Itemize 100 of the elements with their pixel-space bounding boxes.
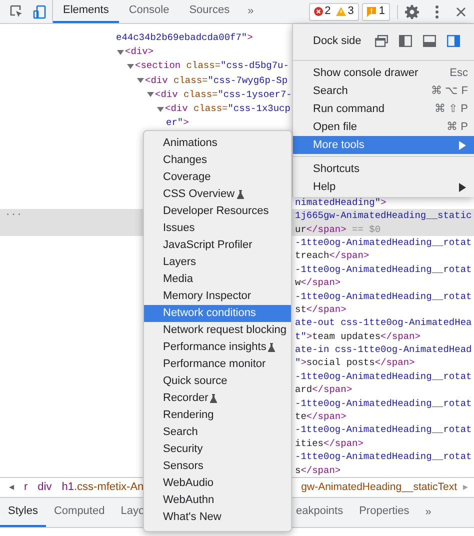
sidebar-tab[interactable]: Properties	[351, 498, 418, 527]
more-actions-ellipsis[interactable]: ...	[5, 206, 22, 220]
code-line: ard</span>	[295, 384, 352, 396]
menu-item[interactable]: Performance insights	[144, 339, 291, 356]
close-icon[interactable]	[456, 6, 466, 16]
settings-icon[interactable]	[405, 4, 419, 18]
dock-bottom-icon[interactable]	[423, 35, 436, 47]
shortcut-label: ⌘ ⌥ F	[431, 84, 468, 99]
expand-triangle-icon[interactable]	[137, 77, 144, 84]
panel-tab[interactable]: Sources	[179, 0, 240, 23]
issues-button[interactable]: 1	[362, 2, 390, 20]
submenu-arrow-icon	[459, 140, 466, 150]
menu-item[interactable]: Quick source	[144, 373, 291, 390]
code-line: e44c34b2b69ebadcda00f7">	[116, 31, 253, 45]
menu-item[interactable]: Coverage	[144, 169, 291, 186]
flask-icon	[210, 394, 218, 403]
code-line: <div class="css-1x3ucp	[165, 102, 290, 116]
shortcut-label: ⌘ ⇧ P	[434, 102, 468, 117]
expand-triangle-icon[interactable]	[157, 106, 164, 113]
menu-item[interactable]: Developer Resources	[144, 203, 291, 220]
menu-item[interactable]: Run command ⌘ ⇧ P	[293, 100, 474, 118]
code-line: -1tte0og-AnimatedHeading__rotat	[295, 290, 472, 302]
code-line: -1tte0og-AnimatedHeading__rotat	[295, 236, 472, 248]
menu-item[interactable]: Layers	[144, 254, 291, 271]
code-line: ur</span> == $0	[295, 224, 381, 235]
menu-item[interactable]: Issues	[144, 220, 291, 237]
expand-triangle-icon[interactable]	[117, 48, 124, 56]
code-line: st</span>	[295, 304, 346, 315]
scroll-left-arrow[interactable]: ◂	[9, 480, 14, 495]
menu-item[interactable]: Show console drawer Esc	[293, 64, 474, 82]
menu-item[interactable]: Network conditions	[144, 305, 291, 322]
menu-item[interactable]: Search ⌘ ⌥ F	[293, 82, 474, 100]
menu-item[interactable]: Security	[144, 441, 291, 458]
code-line: -1tte0og-AnimatedHeading__rotat	[295, 264, 472, 275]
menu-item[interactable]: Changes	[144, 152, 291, 169]
code-line: <div class="css-7wyg6p-Sp	[145, 74, 288, 88]
device-toolbar-icon[interactable]	[33, 4, 46, 18]
menu-item[interactable]: Search	[144, 424, 291, 441]
sidebar-tab[interactable]: Computed	[46, 498, 113, 527]
sidebar-tab[interactable]: eakpoints	[296, 498, 352, 527]
more-options-icon[interactable]	[435, 4, 439, 18]
menu-item[interactable]: WebAudio	[144, 475, 291, 492]
menu-item[interactable]: WebAuthn	[144, 492, 291, 509]
code-line: nimatedHeading">	[295, 196, 386, 208]
code-line: ate-in css-1tte0og-AnimatedHead	[295, 344, 472, 356]
code-line: t">team updates</span>	[295, 330, 420, 342]
menu-item[interactable]: Sensors	[144, 458, 291, 475]
menu-item[interactable]: Help	[293, 178, 474, 196]
code-line: ities</span>	[295, 438, 364, 449]
breadcrumb-item[interactable]: div	[38, 479, 52, 496]
menu-item[interactable]: CSS Overview	[144, 186, 291, 203]
breadcrumb-item[interactable]: h1.css-mfetix-An	[62, 479, 144, 496]
menu-item[interactable]: Performance monitor	[144, 356, 291, 373]
menu-item[interactable]: Open file ⌘ P	[293, 118, 474, 136]
submenu-arrow-icon	[459, 182, 466, 192]
panel-tab[interactable]: Elements	[53, 0, 119, 23]
shortcut-label: Esc	[450, 66, 468, 81]
inspect-element-icon[interactable]	[10, 5, 23, 18]
code-line: ">social posts</span>	[295, 357, 415, 368]
errors-warnings-button[interactable]: 2 3	[308, 2, 359, 20]
menu-item[interactable]: Memory Inspector	[144, 288, 291, 305]
menu-item[interactable]: Animations	[144, 135, 291, 152]
breadcrumb-item[interactable]: gw-AnimatedHeading__staticText	[301, 480, 457, 496]
shortcut-label: ⌘ P	[446, 120, 468, 135]
error-icon	[314, 7, 323, 16]
panel-tab[interactable]: Console	[118, 0, 180, 23]
flask-icon	[236, 190, 244, 199]
expand-triangle-icon[interactable]	[147, 91, 154, 98]
dock-left-icon[interactable]	[399, 35, 412, 47]
code-line: -1tte0og-AnimatedHeading__rotat	[295, 424, 472, 436]
code-line: -1tte0og-AnimatedHeading__rotat	[295, 451, 472, 462]
menu-item[interactable]: Media	[144, 271, 291, 288]
menu-item[interactable]: More tools	[293, 136, 474, 154]
code-line: ate-out css-1tte0og-AnimatedHea	[295, 317, 472, 328]
issue-flag-icon	[366, 6, 376, 16]
expand-triangle-icon[interactable]	[127, 63, 134, 70]
code-line: treach</span>	[295, 250, 370, 262]
more-tabs-button[interactable]: »	[240, 0, 262, 23]
code-line: w</span>	[295, 277, 341, 288]
dock-side-label: Dock side	[313, 34, 362, 49]
dock-right-icon[interactable]	[447, 35, 460, 47]
menu-item[interactable]: Shortcuts	[293, 160, 474, 178]
code-line: -1tte0og-AnimatedHeading__rotat	[295, 398, 472, 409]
breadcrumb-item[interactable]: r	[24, 479, 28, 496]
code-line: 1j665gw-AnimatedHeading__static	[295, 210, 472, 222]
menu-item[interactable]: What's New	[144, 509, 291, 526]
flask-icon	[268, 343, 276, 352]
code-line: s</span>	[295, 464, 341, 476]
code-line: te</span>	[295, 411, 346, 422]
code-line: <div class="css-1ysoer7-	[155, 88, 292, 102]
more-tabs-button[interactable]: »	[417, 498, 440, 527]
menu-item[interactable]: Recorder	[144, 390, 291, 407]
code-line: <div>	[125, 45, 154, 60]
code-line: <section class="css-d5bg7u-	[135, 59, 289, 74]
menu-item[interactable]: Network request blocking	[144, 322, 291, 339]
menu-item[interactable]: JavaScript Profiler	[144, 237, 291, 254]
code-line: -1tte0og-AnimatedHeading__rotat	[295, 370, 472, 382]
code-line: er">	[166, 116, 189, 130]
undock-window-icon[interactable]	[375, 35, 388, 47]
menu-item[interactable]: Rendering	[144, 407, 291, 424]
